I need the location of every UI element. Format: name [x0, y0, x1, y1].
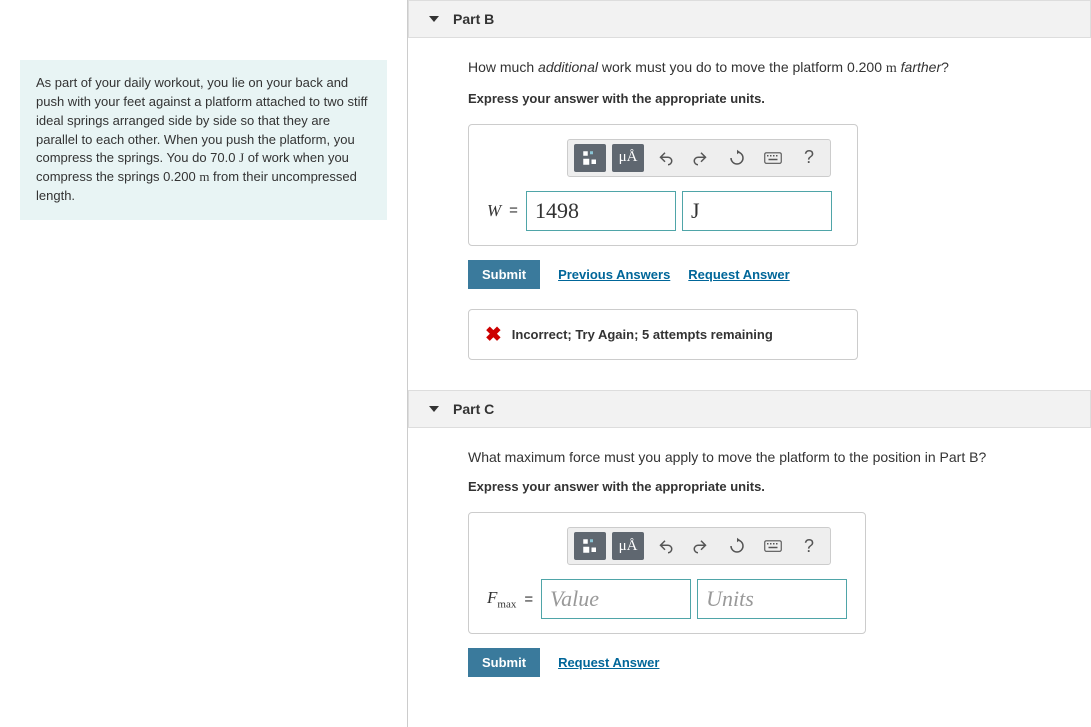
reset-icon — [728, 537, 746, 555]
symbols-button[interactable]: μÅ — [612, 144, 644, 172]
part-c-variable: Fmax — [487, 588, 516, 610]
mu-angstrom-icon: μÅ — [619, 538, 638, 555]
equals-sign: = — [524, 591, 533, 608]
part-b-units-input[interactable] — [682, 191, 832, 231]
part-b-feedback-text: Incorrect; Try Again; 5 attempts remaini… — [512, 327, 773, 342]
part-b-variable: W — [487, 201, 501, 221]
undo-icon — [656, 149, 674, 167]
redo-button[interactable] — [686, 533, 716, 559]
templates-button[interactable] — [574, 532, 606, 560]
undo-button[interactable] — [650, 533, 680, 559]
caret-down-icon — [429, 16, 439, 22]
keyboard-button[interactable] — [758, 145, 788, 171]
help-button[interactable]: ? — [794, 533, 824, 559]
reset-icon — [728, 149, 746, 167]
part-c-value-input[interactable] — [541, 579, 691, 619]
part-b-value-input[interactable] — [526, 191, 676, 231]
caret-down-icon — [429, 406, 439, 412]
part-c-question: What maximum force must you apply to mov… — [468, 448, 1061, 468]
redo-icon — [692, 149, 710, 167]
part-c-units-input[interactable] — [697, 579, 847, 619]
equals-sign: = — [509, 202, 518, 219]
keyboard-icon — [764, 537, 782, 555]
part-c-submit-button[interactable]: Submit — [468, 648, 540, 677]
part-c-answer-box: μÅ ? Fmax = — [468, 512, 866, 634]
part-b-instruction: Express your answer with the appropriate… — [468, 91, 1061, 106]
keyboard-button[interactable] — [758, 533, 788, 559]
part-c-header[interactable]: Part C — [408, 390, 1091, 428]
templates-icon — [581, 149, 599, 167]
toolbar: μÅ ? — [567, 527, 831, 565]
part-b-header[interactable]: Part B — [408, 0, 1091, 38]
mu-angstrom-icon: μÅ — [619, 149, 638, 166]
undo-button[interactable] — [650, 145, 680, 171]
part-b-question: How much additional work must you do to … — [468, 58, 1061, 79]
part-c-instruction: Express your answer with the appropriate… — [468, 479, 1061, 494]
incorrect-x-icon: ✖ — [485, 322, 502, 347]
keyboard-icon — [764, 149, 782, 167]
reset-button[interactable] — [722, 145, 752, 171]
problem-statement: As part of your daily workout, you lie o… — [20, 60, 387, 220]
toolbar: μÅ ? — [567, 139, 831, 177]
part-c-body: What maximum force must you apply to mov… — [408, 428, 1091, 708]
part-b-body: How much additional work must you do to … — [408, 38, 1091, 390]
templates-button[interactable] — [574, 144, 606, 172]
undo-icon — [656, 537, 674, 555]
part-b-submit-button[interactable]: Submit — [468, 260, 540, 289]
templates-icon — [581, 537, 599, 555]
part-b-previous-answers-link[interactable]: Previous Answers — [558, 267, 670, 282]
symbols-button[interactable]: μÅ — [612, 532, 644, 560]
part-b-answer-box: μÅ ? W = — [468, 124, 858, 246]
part-b-label: Part B — [453, 11, 494, 27]
part-c-request-answer-link[interactable]: Request Answer — [558, 655, 659, 670]
problem-unit-m: m — [199, 169, 209, 184]
part-b-feedback: ✖ Incorrect; Try Again; 5 attempts remai… — [468, 309, 858, 360]
redo-button[interactable] — [686, 145, 716, 171]
help-button[interactable]: ? — [794, 145, 824, 171]
redo-icon — [692, 537, 710, 555]
reset-button[interactable] — [722, 533, 752, 559]
part-c-label: Part C — [453, 401, 494, 417]
part-b-request-answer-link[interactable]: Request Answer — [688, 267, 789, 282]
